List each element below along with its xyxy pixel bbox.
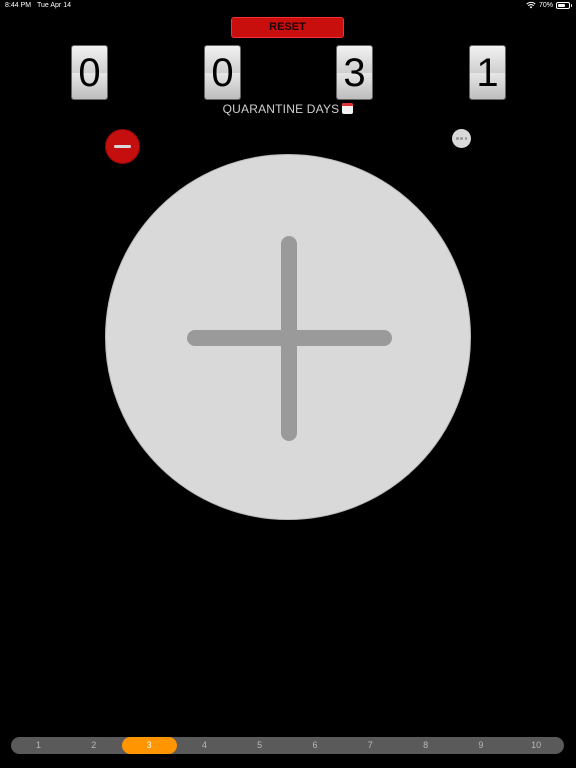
more-options-button[interactable] <box>452 129 471 148</box>
page-selector-item-5[interactable]: 5 <box>232 737 287 754</box>
increment-button[interactable] <box>105 154 471 520</box>
status-time: 8:44 PM <box>5 2 32 9</box>
page-selector-item-1[interactable]: 1 <box>11 737 66 754</box>
page-selector-item-8[interactable]: 8 <box>398 737 453 754</box>
digit-value: 0 <box>211 51 234 95</box>
page-selector-item-7[interactable]: 7 <box>343 737 398 754</box>
digit-value: 1 <box>476 51 499 95</box>
status-date: Tue Apr 14 <box>37 2 71 9</box>
counter-caption: QUARANTINE DAYS <box>0 102 576 116</box>
reset-button[interactable]: RESET <box>231 17 344 38</box>
page-selector: 1 2 3 4 5 6 7 8 9 10 <box>11 737 564 754</box>
page-selector-item-9[interactable]: 9 <box>453 737 508 754</box>
status-indicators: 70% <box>526 1 572 9</box>
counter-digit-thousands: 0 <box>71 45 108 100</box>
battery-percent: 70% <box>538 1 553 9</box>
page-selector-item-2[interactable]: 2 <box>66 737 121 754</box>
page-selector-item-3[interactable]: 3 <box>121 737 177 754</box>
minus-icon <box>114 145 131 148</box>
page-selector-item-10[interactable]: 10 <box>509 737 564 754</box>
counter-digit-hundreds: 0 <box>204 45 241 100</box>
page-selector-item-6[interactable]: 6 <box>288 737 343 754</box>
digit-value: 0 <box>78 51 101 95</box>
decrement-button[interactable] <box>105 129 140 164</box>
counter-digit-tens: 3 <box>336 45 373 100</box>
wifi-icon <box>526 1 536 9</box>
digit-value: 3 <box>343 51 366 95</box>
status-bar: 8:44 PM Tue Apr 14 70% <box>0 0 576 12</box>
caption-text: QUARANTINE DAYS <box>222 102 340 116</box>
calendar-icon <box>342 103 354 114</box>
battery-icon <box>556 1 572 9</box>
page-selector-item-4[interactable]: 4 <box>177 737 232 754</box>
battery-level <box>558 3 565 7</box>
counter-digit-ones: 1 <box>469 45 506 100</box>
